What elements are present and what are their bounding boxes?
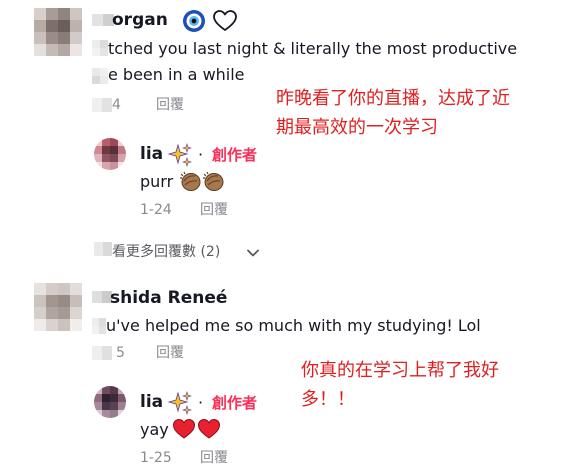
red-heart-icon <box>172 418 196 440</box>
clapping-hands-icon <box>201 169 225 193</box>
date-pixelated-prefix <box>92 98 112 112</box>
avatar-pixelated[interactable] <box>34 8 82 56</box>
reply-text: purr <box>140 172 174 191</box>
comment-username[interactable]: organ <box>112 8 168 32</box>
reply-text: yay <box>140 420 169 439</box>
sparkles-icon <box>167 143 192 167</box>
comment-date: 5 <box>116 345 125 361</box>
chevron-down-icon[interactable] <box>246 245 260 259</box>
reply-button[interactable]: 回覆 <box>156 344 184 362</box>
reply-button[interactable]: 回覆 <box>200 201 228 219</box>
avatar-pixelated[interactable] <box>34 283 82 331</box>
creator-badge: 創作者 <box>212 394 258 412</box>
comment-date: 4 <box>112 97 121 113</box>
reply-username[interactable]: lia <box>140 391 163 413</box>
text-pixelated-prefix-2 <box>92 68 108 84</box>
comment-text: u've helped me so much with my studying!… <box>106 316 481 335</box>
white-heart-icon <box>212 9 238 33</box>
creator-avatar[interactable] <box>94 138 126 170</box>
sparkles-icon <box>167 391 192 415</box>
creator-badge: 創作者 <box>212 146 258 164</box>
separator-dot: · <box>198 145 204 164</box>
reply-button[interactable]: 回覆 <box>200 449 228 467</box>
date-pixelated-prefix <box>92 346 112 360</box>
username-pixelated-prefix <box>92 14 114 26</box>
reply-button[interactable]: 回覆 <box>156 96 184 114</box>
creator-avatar[interactable] <box>94 386 126 418</box>
text-pixelated-prefix <box>92 318 106 334</box>
reply-username[interactable]: lia <box>140 143 163 165</box>
red-heart-icon <box>197 418 221 440</box>
view-more-pixelated-prefix <box>94 242 112 256</box>
annotation-line: 期最高效的一次学习 <box>276 117 438 138</box>
view-more-replies[interactable]: 看更多回覆數 (2) <box>112 243 220 261</box>
text-pixelated-prefix <box>92 40 108 56</box>
reply-date: 1-24 <box>140 202 172 218</box>
annotation-line: 昨晚看了你的直播，达成了近 <box>276 88 510 109</box>
comment-text-line1: tched you last night & literally the mos… <box>108 39 518 58</box>
annotation-line: 多！！ <box>301 389 355 410</box>
reply-date: 1-25 <box>140 450 172 466</box>
nazar-amulet-icon <box>182 9 206 33</box>
comment-username[interactable]: shida Reneé <box>110 286 227 310</box>
separator-dot: · <box>198 393 204 412</box>
username-pixelated-prefix <box>92 291 112 303</box>
comment-text-line2: e been in a while <box>108 65 245 84</box>
clapping-hands-icon <box>178 169 202 193</box>
annotation-line: 你真的在学习上帮了我好 <box>301 360 499 381</box>
